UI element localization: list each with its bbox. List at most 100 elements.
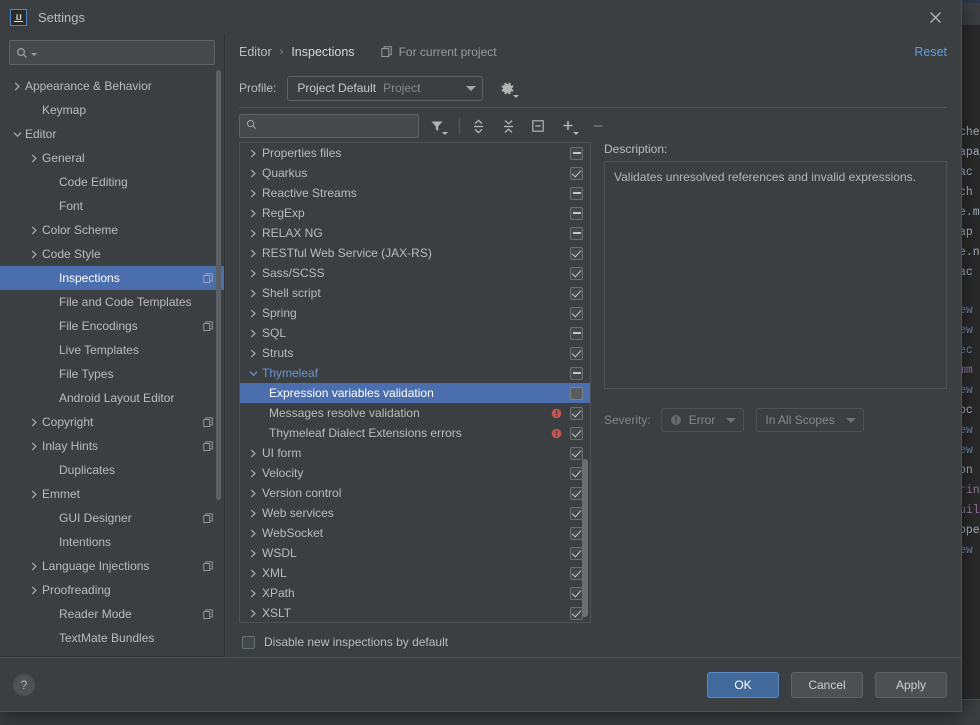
- chevron-right-icon[interactable]: [245, 149, 262, 158]
- inspection-search-box[interactable]: [239, 114, 419, 138]
- inspection-enabled-checkbox[interactable]: [570, 326, 583, 340]
- sidebar-item-proofreading[interactable]: Proofreading: [0, 578, 224, 602]
- sidebar-item-font[interactable]: Font: [0, 194, 224, 218]
- inspection-tree-row[interactable]: Properties files: [240, 143, 590, 163]
- inspection-tree-row[interactable]: Shell script: [240, 283, 590, 303]
- sidebar-item-general[interactable]: General: [0, 146, 224, 170]
- chevron-right-icon[interactable]: [245, 189, 262, 198]
- inspection-tree-row[interactable]: XPath: [240, 583, 590, 603]
- inspection-tree-row[interactable]: Thymeleaf: [240, 363, 590, 383]
- inspection-tree-row[interactable]: Spring: [240, 303, 590, 323]
- inspection-tree-row[interactable]: XML: [240, 563, 590, 583]
- inspection-enabled-checkbox[interactable]: [570, 446, 583, 460]
- inspection-tree-row[interactable]: UI form: [240, 443, 590, 463]
- sidebar-item-language-injections[interactable]: Language Injections: [0, 554, 224, 578]
- breadcrumb-parent[interactable]: Editor: [239, 45, 272, 59]
- chevron-right-icon[interactable]: [245, 269, 262, 278]
- inspection-enabled-checkbox[interactable]: [570, 306, 583, 320]
- inspection-tree-row[interactable]: Velocity: [240, 463, 590, 483]
- inspection-tree-row[interactable]: Reactive Streams: [240, 183, 590, 203]
- inspection-tree-row[interactable]: Struts: [240, 343, 590, 363]
- sidebar-scrollbar[interactable]: [216, 70, 221, 500]
- sidebar-item-emmet[interactable]: Emmet: [0, 482, 224, 506]
- chevron-right-icon[interactable]: [245, 449, 262, 458]
- inspection-tree-row[interactable]: RESTful Web Service (JAX-RS): [240, 243, 590, 263]
- help-button[interactable]: ?: [13, 673, 35, 696]
- inspection-enabled-checkbox[interactable]: [570, 226, 583, 240]
- inspections-tree[interactable]: Properties files Quarkus Reactive Streams R…: [239, 142, 591, 623]
- inspection-enabled-checkbox[interactable]: [570, 166, 583, 180]
- inspection-enabled-checkbox[interactable]: [570, 206, 583, 220]
- apply-button[interactable]: Apply: [875, 671, 947, 698]
- sidebar-item-inspections[interactable]: Inspections: [0, 266, 224, 290]
- inspection-enabled-checkbox[interactable]: [570, 246, 583, 260]
- ok-button[interactable]: OK: [707, 671, 779, 698]
- chevron-right-icon[interactable]: [245, 349, 262, 358]
- inspection-tree-row[interactable]: SQL: [240, 323, 590, 343]
- disable-new-inspections-row[interactable]: Disable new inspections by default: [239, 627, 947, 657]
- inspection-tree-row[interactable]: WSDL: [240, 543, 590, 563]
- inspection-tree-row[interactable]: Messages resolve validation: [240, 403, 590, 423]
- inspection-enabled-checkbox[interactable]: [570, 386, 583, 400]
- inspection-tree-row[interactable]: Version control: [240, 483, 590, 503]
- sidebar-item-reader-mode[interactable]: Reader Mode: [0, 602, 224, 626]
- chevron-down-icon[interactable]: [245, 369, 262, 378]
- reset-link[interactable]: Reset: [914, 45, 947, 59]
- sidebar-search-box[interactable]: [9, 40, 215, 65]
- inspection-enabled-checkbox[interactable]: [570, 426, 583, 440]
- sidebar-item-android-layout-editor[interactable]: Android Layout Editor: [0, 386, 224, 410]
- sidebar-item-duplicates[interactable]: Duplicates: [0, 458, 224, 482]
- inspection-enabled-checkbox[interactable]: [570, 346, 583, 360]
- chevron-right-icon[interactable]: [245, 249, 262, 258]
- severity-scope-dropdown[interactable]: In All Scopes: [756, 408, 864, 432]
- sidebar-item-live-templates[interactable]: Live Templates: [0, 338, 224, 362]
- reset-to-empty-icon[interactable]: [526, 114, 550, 138]
- sidebar-item-gui-designer[interactable]: GUI Designer: [0, 506, 224, 530]
- add-icon[interactable]: [556, 114, 580, 138]
- inspection-enabled-checkbox[interactable]: [570, 146, 583, 160]
- chevron-right-icon[interactable]: [245, 289, 262, 298]
- inspection-enabled-checkbox[interactable]: [570, 406, 583, 420]
- profile-dropdown[interactable]: Project Default Project: [287, 75, 484, 101]
- chevron-right-icon[interactable]: [245, 329, 262, 338]
- severity-dropdown[interactable]: Error: [660, 408, 745, 432]
- chevron-right-icon[interactable]: [245, 209, 262, 218]
- chevron-right-icon[interactable]: [245, 609, 262, 618]
- inspection-enabled-checkbox[interactable]: [570, 186, 583, 200]
- chevron-right-icon[interactable]: [245, 229, 262, 238]
- sidebar-item-copyright[interactable]: Copyright: [0, 410, 224, 434]
- chevron-right-icon[interactable]: [245, 469, 262, 478]
- inspection-enabled-checkbox[interactable]: [570, 286, 583, 300]
- sidebar-item-keymap[interactable]: Keymap: [0, 98, 224, 122]
- sidebar-item-editor[interactable]: Editor: [0, 122, 224, 146]
- inspection-tree-row[interactable]: Thymeleaf Dialect Extensions errors: [240, 423, 590, 443]
- sidebar-item-file-encodings[interactable]: File Encodings: [0, 314, 224, 338]
- inspection-tree-row[interactable]: Quarkus: [240, 163, 590, 183]
- chevron-right-icon[interactable]: [245, 509, 262, 518]
- collapse-all-icon[interactable]: [496, 114, 520, 138]
- inspection-tree-row[interactable]: XSLT: [240, 603, 590, 622]
- sidebar-item-appearance-behavior[interactable]: Appearance & Behavior: [0, 74, 224, 98]
- disable-new-inspections-checkbox[interactable]: [242, 635, 255, 649]
- settings-search-input[interactable]: [37, 44, 208, 61]
- cancel-button[interactable]: Cancel: [791, 671, 863, 698]
- gear-icon[interactable]: [496, 77, 520, 99]
- expand-all-icon[interactable]: [466, 114, 490, 138]
- inspection-tree-row[interactable]: RegExp: [240, 203, 590, 223]
- inspection-tree-row[interactable]: Expression variables validation: [240, 383, 590, 403]
- settings-category-tree[interactable]: Appearance & Behavior Keymap Editor General…: [0, 73, 224, 657]
- chevron-right-icon[interactable]: [245, 309, 262, 318]
- chevron-right-icon[interactable]: [245, 549, 262, 558]
- inspection-tree-row[interactable]: RELAX NG: [240, 223, 590, 243]
- sidebar-item-file-and-code-templates[interactable]: File and Code Templates: [0, 290, 224, 314]
- inspection-enabled-checkbox[interactable]: [570, 366, 583, 380]
- tree-scrollbar[interactable]: [582, 459, 588, 617]
- inspection-enabled-checkbox[interactable]: [570, 266, 583, 280]
- sidebar-item-intentions[interactable]: Intentions: [0, 530, 224, 554]
- sidebar-item-code-style[interactable]: Code Style: [0, 242, 224, 266]
- chevron-right-icon[interactable]: [245, 569, 262, 578]
- sidebar-item-inlay-hints[interactable]: Inlay Hints: [0, 434, 224, 458]
- sidebar-item-code-editing[interactable]: Code Editing: [0, 170, 224, 194]
- inspection-tree-row[interactable]: WebSocket: [240, 523, 590, 543]
- chevron-right-icon[interactable]: [245, 489, 262, 498]
